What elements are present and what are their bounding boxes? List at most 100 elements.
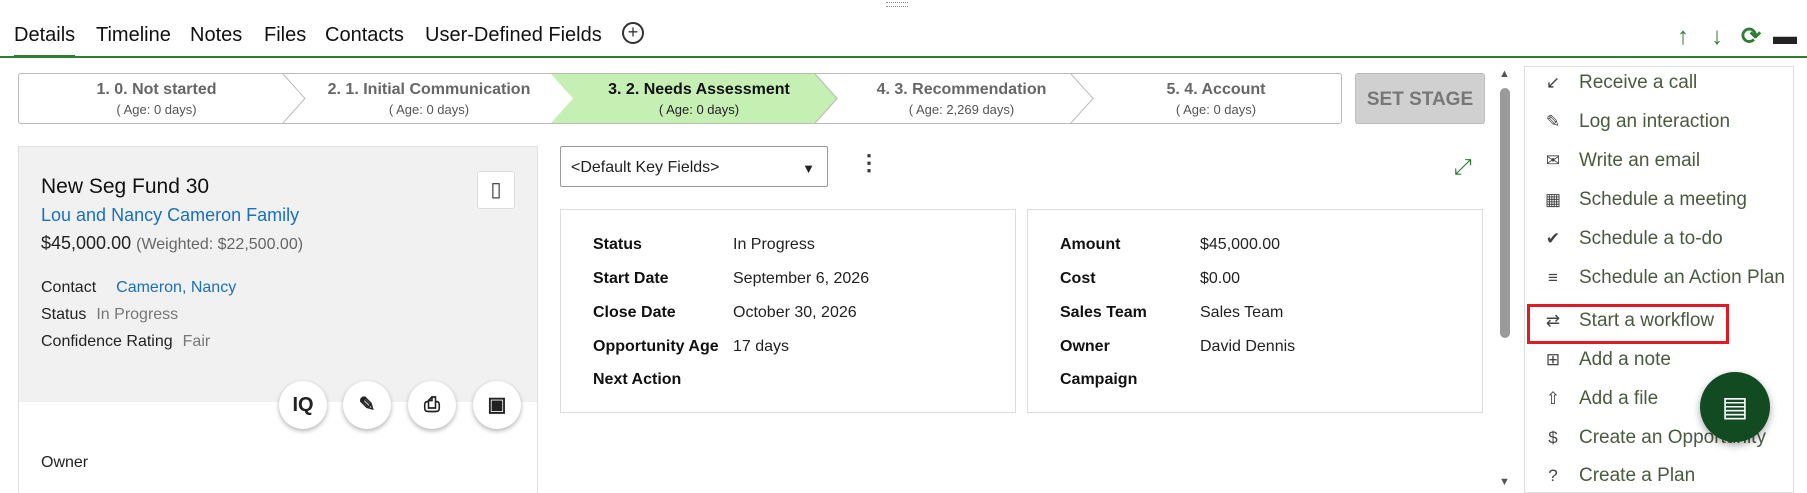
add-tab-icon[interactable]: + [622,22,644,44]
fields-panel-left: Status In Progress Start Date September 6,… [560,209,1016,413]
stage-title: 4. 3. Recommendation [876,81,1047,98]
arrow-down-icon[interactable]: ↓ [1705,24,1729,50]
menu-item-log-interaction[interactable]: ✎ Log an interaction [1541,111,1789,141]
household-link[interactable]: Lou and Nancy Cameron Family [41,205,299,226]
field-row: Owner David Dennis [1060,338,1295,356]
menu-item-label: Create a Plan [1579,465,1696,486]
check-circle-icon: ✔ [1545,229,1561,248]
field-label: Close Date [593,304,676,321]
tab-bar: Details Timeline Notes Files Contacts Us… [0,18,1807,58]
set-stage-button[interactable]: SET STAGE [1355,73,1485,124]
expand-icon[interactable]: ⤢ [1454,154,1472,180]
stage-initial-communication[interactable]: 2. 1. Initial Communication ( Age: 0 day… [294,74,564,123]
menu-item-schedule-todo[interactable]: ✔ Schedule a to-do [1541,228,1789,258]
menu-item-label: Write an email [1579,150,1701,171]
field-value: David Dennis [1200,338,1296,355]
field-row: Sales Team Sales Team [1060,304,1283,322]
field-label: Opportunity Age [593,338,719,355]
tab-files[interactable]: Files [264,24,306,58]
opportunity-summary-card: New Seg Fund 30 Lou and Nancy Cameron Fa… [18,146,538,493]
field-label: Owner [1060,338,1110,355]
menu-item-label: Add a file [1579,388,1659,409]
tab-user-defined-fields[interactable]: User-Defined Fields [425,24,602,58]
scroll-down-icon[interactable]: ▼ [1499,476,1510,488]
tab-notes[interactable]: Notes [190,24,242,58]
contact-link[interactable]: Cameron, Nancy [116,279,236,296]
contact-row: Contact Cameron, Nancy [41,279,236,297]
field-row: Status In Progress [593,236,815,254]
edit-note-icon: ✎ [1545,112,1561,131]
menu-item-start-workflow[interactable]: ⇄ Start a workflow [1527,304,1729,344]
scroll-thumb[interactable] [1500,88,1510,338]
stage-title: 1. 0. Not started [96,81,217,98]
menu-item-label: Schedule a to-do [1579,228,1723,249]
iq-button[interactable]: IQ [279,381,327,429]
help-book-fab[interactable]: ▤ [1700,372,1770,442]
confidence-value: Fair [182,333,211,350]
field-label: Start Date [593,270,669,287]
add-note-icon: ⊞ [1545,350,1561,369]
arrow-up-icon[interactable]: ↑ [1671,24,1695,50]
field-value: 17 days [733,338,790,355]
status-label: Status [41,306,87,323]
stage-recommendation[interactable]: 4. 3. Recommendation ( Age: 2,269 days) [834,74,1089,123]
scroll-up-icon[interactable]: ▲ [1499,68,1510,80]
field-row: Start Date September 6, 2026 [593,270,869,288]
workflow-icon: ⇄ [1545,311,1561,330]
opportunity-title: New Seg Fund 30 [41,175,210,198]
stage-account[interactable]: 5. 4. Account ( Age: 0 days) [1089,74,1341,123]
refresh-icon[interactable]: ⟳ [1739,24,1763,50]
upload-icon: ⇧ [1545,389,1561,408]
stage-age: ( Age: 0 days) [388,102,470,117]
mobile-sync-icon[interactable]: ▯ [477,171,515,209]
more-options-icon[interactable]: ⋮ [858,150,880,176]
field-label: Amount [1060,236,1121,253]
contact-label: Contact [41,279,97,296]
present-button[interactable]: ▣ [473,381,521,429]
stage-needs-assessment[interactable]: 3. 2. Needs Assessment ( Age: 0 days) [564,74,834,123]
menu-item-create-plan[interactable]: ? Create a Plan [1541,465,1789,493]
confidence-row: Confidence Rating Fair [41,333,210,351]
field-value: In Progress [733,236,815,253]
menu-item-write-email[interactable]: ✉ Write an email [1541,150,1789,180]
main-scrollbar[interactable]: ▲ ▼ [1498,68,1512,488]
menu-item-add-note[interactable]: ⊞ Add a note [1541,349,1789,379]
tab-contacts[interactable]: Contacts [325,24,404,58]
key-fields-select[interactable]: <Default Key Fields> ▼ [560,146,828,187]
stage-title: 3. 2. Needs Assessment [608,81,790,98]
incoming-call-icon: ↙ [1545,73,1561,92]
tab-timeline[interactable]: Timeline [96,24,171,58]
status-value: In Progress [96,306,179,323]
field-value: September 6, 2026 [733,270,870,287]
field-row: Campaign [1060,371,1200,389]
resize-grip[interactable] [886,2,908,7]
opportunity-amount: $45,000.00 (Weighted: $22,500.00) [41,233,303,254]
menu-item-receive-call[interactable]: ↙ Receive a call [1541,72,1789,102]
menu-item-label: Start a workflow [1579,310,1715,331]
layout-menu-icon[interactable]: ▬ [1773,24,1797,50]
help-circle-icon: ? [1548,466,1558,485]
print-button[interactable]: ⎙ [408,381,456,429]
stage-bar: 1. 0. Not started ( Age: 0 days) 2. 1. I… [18,73,1342,124]
stage-age: ( Age: 0 days) [658,102,740,117]
menu-item-schedule-action-plan[interactable]: ≡ Schedule an Action Plan [1541,267,1789,297]
confidence-label: Confidence Rating [41,333,173,350]
calendar-icon: ▦ [1544,190,1562,209]
field-row: Opportunity Age 17 days [593,338,789,356]
menu-item-schedule-meeting[interactable]: ▦ Schedule a meeting [1541,189,1789,219]
tab-details[interactable]: Details [14,24,76,58]
amount-value: $45,000.00 [41,233,132,253]
stage-not-started[interactable]: 1. 0. Not started ( Age: 0 days) [19,74,294,123]
stage-title: 5. 4. Account [1166,81,1266,98]
field-row: Amount $45,000.00 [1060,236,1280,254]
stage-age: ( Age: 0 days) [116,102,197,117]
field-row: Close Date October 30, 2026 [593,304,857,322]
menu-item-label: Schedule a meeting [1579,189,1747,210]
field-label: Next Action [593,371,682,388]
field-label: Campaign [1060,371,1138,388]
key-fields-selected: <Default Key Fields> [571,159,720,176]
field-row: Cost $0.00 [1060,270,1240,288]
dollar-icon: $ [1548,428,1558,447]
edit-button[interactable]: ✎ [343,381,391,429]
field-value: Sales Team [1200,304,1284,321]
